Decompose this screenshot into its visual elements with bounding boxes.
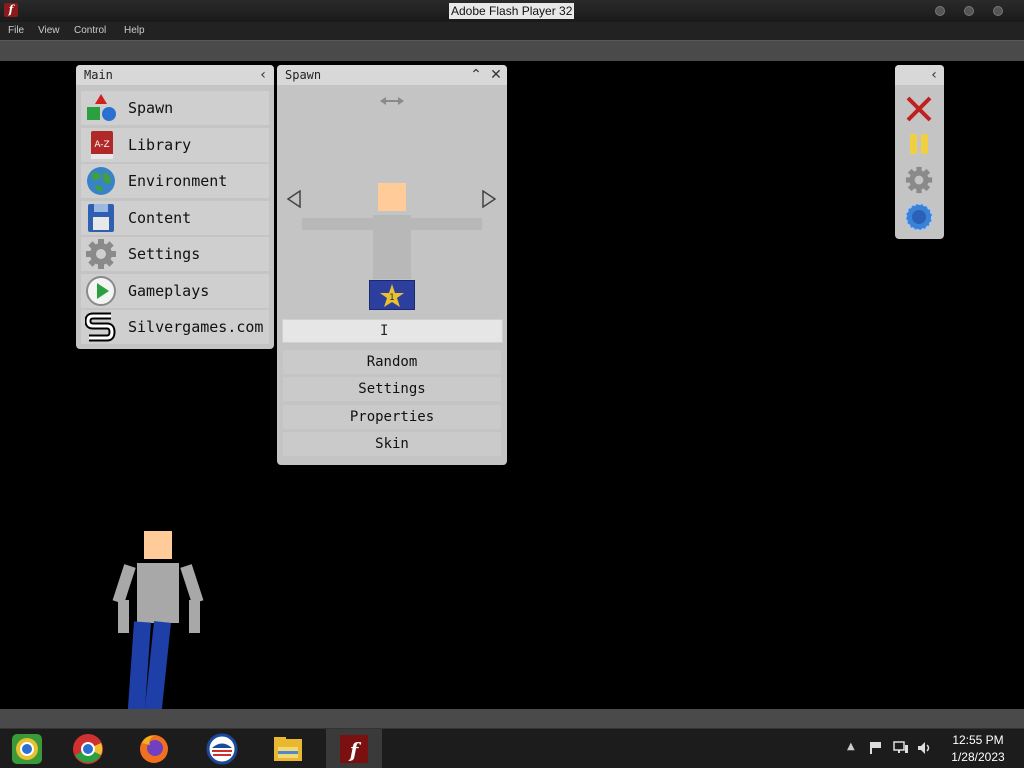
main-item-label: Gameplays — [128, 282, 210, 300]
taskbar: f ▲ 12:55 PM 1/28/2023 — [0, 728, 1024, 768]
main-item-label: Silvergames.com — [128, 318, 264, 336]
main-item-gameplays[interactable]: Gameplays — [81, 274, 269, 308]
spawn-panel-header: Spawn ⌃ ✕ — [277, 65, 507, 85]
flash-app-icon: f — [4, 3, 18, 17]
spawn-panel-title: Spawn — [285, 68, 322, 82]
preview-body — [373, 215, 411, 279]
ragdoll-head — [144, 531, 172, 559]
ragdoll-left-forearm — [118, 600, 129, 633]
tool-panel-header: ‹ — [895, 65, 944, 85]
main-item-label: Environment — [128, 172, 228, 190]
main-item-library[interactable]: A-Z Library — [81, 128, 269, 162]
stage-top-strip — [0, 40, 1024, 61]
tool-panel: ‹ — [895, 65, 944, 239]
name-input[interactable]: I — [282, 319, 503, 343]
minimize-button[interactable] — [935, 6, 945, 16]
chromium-icon[interactable] — [11, 733, 43, 765]
gear-icon — [86, 239, 116, 269]
chrome-icon[interactable] — [72, 733, 104, 765]
globe-blue-icon[interactable] — [905, 203, 933, 231]
menu-help[interactable]: Help — [124, 25, 145, 36]
title-bar: f Adobe Flash Player 32 — [0, 0, 1024, 22]
menu-file[interactable]: File — [8, 25, 24, 36]
main-item-settings[interactable]: Settings — [81, 237, 269, 271]
book-icon: A-Z — [91, 131, 113, 159]
text-cursor-icon: I — [380, 323, 389, 339]
skin-badge[interactable]: 1 — [369, 280, 415, 310]
triangle-right-icon[interactable] — [481, 190, 497, 208]
main-item-label: Spawn — [128, 99, 174, 117]
ragdoll-right-forearm — [189, 600, 200, 633]
random-button[interactable]: Random — [283, 350, 501, 374]
svg-text:1: 1 — [389, 293, 395, 303]
close-window-button[interactable] — [993, 6, 1003, 16]
globe-icon — [87, 167, 115, 195]
main-item-label: Content — [128, 209, 192, 227]
ragdoll-torso — [137, 563, 179, 623]
properties-button[interactable]: Properties — [283, 405, 501, 429]
clock-date[interactable]: 1/28/2023 — [938, 750, 1018, 764]
menu-bar: File View Control Help — [0, 22, 1024, 40]
gear-icon[interactable] — [905, 166, 933, 194]
main-item-content[interactable]: Content — [81, 201, 269, 235]
chevron-left-icon[interactable]: ‹ — [254, 67, 272, 83]
firefox-icon[interactable] — [138, 733, 170, 765]
main-panel: Main ‹ Spawn A-Z Library Environment Con… — [76, 65, 274, 349]
pause-icon[interactable] — [908, 133, 930, 155]
shapes-icon — [87, 94, 116, 121]
main-item-label: Library — [128, 136, 192, 154]
close-icon[interactable]: ✕ — [487, 67, 505, 83]
star-icon: 1 — [380, 284, 404, 307]
stage-bottom-strip — [0, 709, 1024, 728]
file-explorer-icon[interactable] — [272, 733, 304, 765]
chevron-up-icon[interactable]: ⌃ — [467, 67, 485, 83]
silvergames-logo-icon — [85, 312, 116, 342]
triangle-left-icon[interactable] — [286, 190, 302, 208]
play-icon — [86, 276, 116, 306]
main-item-label: Settings — [128, 245, 201, 263]
main-panel-header: Main ‹ — [76, 65, 274, 85]
obama-logo-icon[interactable] — [206, 733, 238, 765]
main-panel-title: Main — [84, 68, 113, 82]
main-item-environment[interactable]: Environment — [81, 164, 269, 198]
flag-icon[interactable] — [869, 741, 883, 755]
main-item-silvergames[interactable]: Silvergames.com — [81, 310, 269, 344]
ragdoll-left-upper-arm — [112, 564, 136, 604]
volume-icon[interactable] — [917, 741, 933, 755]
show-hidden-icons-icon[interactable]: ▲ — [847, 741, 855, 752]
menu-view[interactable]: View — [38, 25, 60, 36]
settings-button[interactable]: Settings — [283, 377, 501, 401]
close-red-x-icon[interactable] — [905, 95, 933, 123]
flash-taskbar-button[interactable]: f — [326, 729, 382, 768]
clock-time[interactable]: 12:55 PM — [938, 733, 1018, 747]
window-title: Adobe Flash Player 32 — [449, 3, 575, 19]
menu-control[interactable]: Control — [74, 25, 106, 36]
network-icon[interactable] — [893, 741, 909, 755]
skin-button[interactable]: Skin — [283, 432, 501, 456]
preview-head — [378, 183, 406, 211]
flash-player-icon: f — [340, 735, 368, 763]
horizontal-arrows-icon[interactable] — [379, 96, 405, 106]
svg-text:A-Z: A-Z — [94, 140, 109, 150]
chevron-left-icon[interactable]: ‹ — [925, 67, 943, 83]
main-item-spawn[interactable]: Spawn — [81, 91, 269, 125]
floppy-disk-icon — [88, 204, 114, 232]
spawn-panel: Spawn ⌃ ✕ 1 I Random Settings Properties… — [277, 65, 507, 465]
maximize-button[interactable] — [964, 6, 974, 16]
ragdoll-right-upper-arm — [180, 564, 204, 604]
